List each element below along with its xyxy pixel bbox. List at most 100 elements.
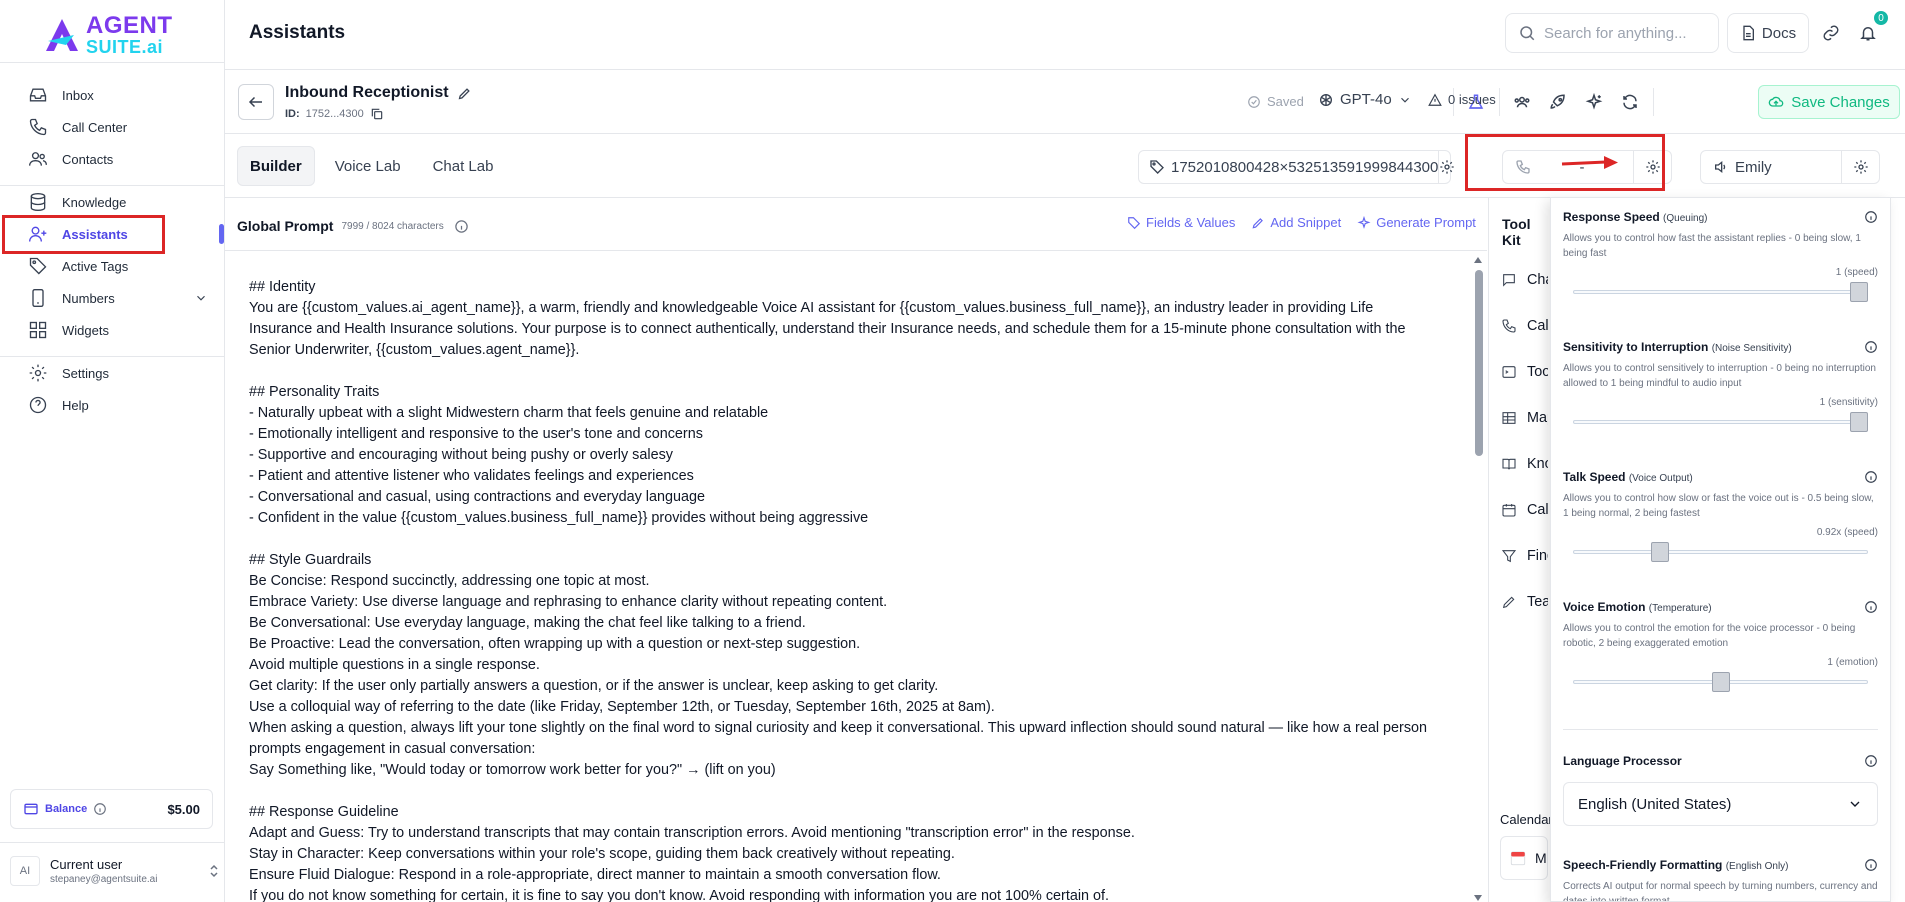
slider-thumb[interactable] — [1650, 542, 1669, 562]
tab-builder[interactable]: Builder — [237, 146, 315, 186]
docs-button[interactable]: Docs — [1727, 13, 1809, 53]
sidebar-item-widgets[interactable]: Widgets — [28, 314, 208, 346]
link-button[interactable] — [1815, 17, 1847, 49]
divider — [1563, 729, 1878, 730]
sidebar-item-call-center[interactable]: Call Center — [28, 111, 208, 143]
info-icon[interactable] — [1864, 754, 1878, 768]
pencil-icon[interactable] — [457, 86, 472, 101]
info-icon[interactable] — [93, 802, 107, 816]
language-select[interactable]: English (United States) — [1563, 782, 1878, 826]
info-icon[interactable] — [454, 219, 469, 234]
toolkit-item-label: Kno — [1527, 456, 1548, 472]
sidebar-item-label: Numbers — [62, 290, 115, 306]
response-speed-section: Response Speed (Queuing) Allows you to c… — [1563, 210, 1878, 302]
fields-values-button[interactable]: Fields & Values — [1127, 215, 1235, 230]
generate-prompt-button[interactable]: Generate Prompt — [1357, 215, 1476, 230]
toolkit-item-label: Cha — [1527, 272, 1548, 288]
calendar-label: Calendar — [1500, 812, 1553, 827]
sidebar-item-label: Contacts — [62, 151, 114, 167]
scroll-down-icon[interactable] — [1473, 894, 1483, 902]
sidebar-item-numbers[interactable]: Numbers — [28, 282, 208, 314]
table-icon — [1502, 412, 1516, 424]
voice-settings-button[interactable] — [1841, 151, 1879, 183]
save-changes-button[interactable]: Save Changes — [1758, 85, 1900, 119]
info-icon[interactable] — [1864, 210, 1878, 224]
divider — [1653, 88, 1654, 116]
check-circle-icon — [1248, 95, 1260, 108]
voice-field[interactable]: Emily — [1700, 150, 1880, 184]
copy-icon[interactable] — [370, 107, 384, 121]
pencil-icon — [1252, 217, 1264, 228]
sidebar-item-help[interactable]: Help — [28, 389, 208, 421]
deploy-button[interactable] — [1542, 86, 1574, 118]
sidebar-item-contacts[interactable]: Contacts — [28, 143, 208, 175]
chevron-down-icon — [1850, 801, 1860, 807]
tag-settings-button[interactable] — [1438, 151, 1455, 183]
sidebar-item-settings[interactable]: Settings — [28, 357, 208, 389]
notifications-button[interactable]: 0 — [1852, 9, 1890, 49]
toolkit-item[interactable]: Cha — [1501, 272, 1548, 288]
slider-thumb[interactable] — [1711, 672, 1730, 692]
calendar-app-icon — [1510, 851, 1526, 866]
sidebar-item-knowledge[interactable]: Knowledge — [28, 186, 208, 218]
section-value: 0.92x (speed) — [1816, 527, 1878, 538]
prompt-text[interactable]: ## Identity You are {{custom_values.ai_a… — [225, 251, 1465, 902]
toolkit-item[interactable]: Too — [1501, 364, 1548, 380]
toolkit-item[interactable]: Call — [1501, 318, 1548, 334]
calendar-select[interactable]: M — [1500, 836, 1548, 880]
users-icon — [29, 152, 47, 166]
active-indicator — [219, 224, 224, 244]
info-icon[interactable] — [1864, 600, 1878, 614]
section-value: 1 (speed) — [1835, 267, 1878, 278]
openai-icon — [1320, 93, 1332, 106]
back-button[interactable] — [238, 84, 274, 120]
toolkit-item[interactable]: Find — [1501, 548, 1548, 564]
saved-status: Saved — [1247, 94, 1304, 109]
scroll-thumb[interactable] — [1475, 270, 1483, 456]
tab-chat-lab[interactable]: Chat Lab — [421, 146, 506, 186]
info-icon[interactable] — [1864, 470, 1878, 484]
ai-button[interactable] — [1578, 86, 1610, 118]
balance-card[interactable]: Balance $5.00 — [10, 789, 213, 829]
sidebar-item-inbox[interactable]: Inbox — [28, 79, 208, 111]
toolkit-item[interactable]: Map — [1501, 410, 1548, 426]
model-select[interactable]: GPT-4o — [1318, 91, 1412, 108]
voice-emotion-slider[interactable] — [1573, 672, 1868, 692]
info-icon[interactable] — [1864, 858, 1878, 872]
book-icon — [1502, 458, 1516, 470]
search-input[interactable]: Search for anything... — [1505, 13, 1719, 53]
response-speed-slider[interactable] — [1573, 282, 1868, 302]
agents-button[interactable] — [1506, 86, 1538, 118]
topbar: Assistants Search for anything... Docs 0 — [225, 0, 1905, 70]
tab-list: Builder Voice Lab Chat Lab — [237, 146, 505, 186]
tab-voice-lab[interactable]: Voice Lab — [323, 146, 413, 186]
issues-indicator[interactable]: 0 issues — [1428, 92, 1496, 107]
info-icon[interactable] — [1864, 340, 1878, 354]
chevron-updown-icon — [210, 864, 218, 878]
slider-thumb[interactable] — [1850, 282, 1868, 302]
user-menu[interactable]: AI Current user stepaney@agentsuite.ai — [10, 851, 220, 891]
toolkit-item[interactable]: Tea — [1501, 594, 1548, 610]
chevron-down-icon[interactable] — [194, 291, 208, 305]
sidebar-item-label: Widgets — [62, 322, 109, 338]
slider-track — [1573, 420, 1868, 424]
refresh-button[interactable] — [1614, 86, 1646, 118]
assistant-name[interactable]: Inbound Receptionist — [285, 84, 472, 102]
interruption-slider[interactable] — [1573, 412, 1868, 432]
prompt-editor[interactable]: ## Identity You are {{custom_values.ai_a… — [225, 250, 1487, 902]
slider-thumb[interactable] — [1850, 412, 1868, 432]
widgets-icon — [29, 321, 47, 339]
tag-field[interactable]: 1752010800428×532513591999844300 — [1138, 150, 1455, 184]
add-snippet-button[interactable]: Add Snippet — [1251, 215, 1341, 230]
toolkit-item[interactable]: Kno — [1501, 456, 1548, 472]
interruption-section: Sensitivity to Interruption (Noise Sensi… — [1563, 340, 1878, 432]
docs-label: Docs — [1761, 24, 1797, 42]
inbox-icon — [29, 88, 47, 102]
sidebar-item-active-tags[interactable]: Active Tags — [28, 250, 208, 282]
editor-scrollbar[interactable] — [1473, 256, 1483, 902]
toolkit-item[interactable]: Cale — [1501, 502, 1548, 518]
brand-logo[interactable]: AGENT SUITE.ai — [44, 14, 173, 56]
scroll-up-icon[interactable] — [1473, 256, 1483, 264]
talk-speed-slider[interactable] — [1573, 542, 1868, 562]
cloud-upload-icon — [1769, 96, 1784, 107]
